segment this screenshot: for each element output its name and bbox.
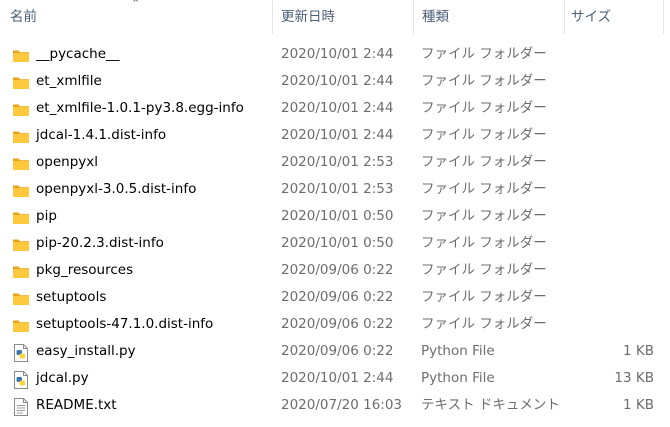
file-name[interactable]: setuptools: [36, 284, 106, 311]
file-type: ファイル フォルダー: [421, 208, 547, 224]
file-row[interactable]: pip-20.2.3.dist-info 2020/10/01 0:50 ファイル …: [0, 230, 670, 257]
text-file-icon: [12, 392, 30, 419]
file-row[interactable]: setuptools 2020/09/06 0:22 ファイル フォルダー: [0, 284, 670, 311]
folder-icon: [12, 176, 30, 203]
file-row[interactable]: et_xmlfile-1.0.1-py3.8.egg-info 2020/10/0…: [0, 95, 670, 122]
file-list: __pycache__ 2020/10/01 2:44 ファイル フォルダー et_x…: [0, 41, 670, 419]
file-type: ファイル フォルダー: [421, 100, 547, 116]
column-header-date-label: 更新日時: [281, 9, 335, 25]
file-size: [570, 68, 654, 95]
file-type: ファイル フォルダー: [421, 127, 547, 143]
column-header-size-label: サイズ: [571, 9, 612, 25]
file-size: [570, 41, 654, 68]
chevron-up-icon: ⌃: [131, 0, 141, 10]
file-size: [570, 176, 654, 203]
file-name[interactable]: easy_install.py: [36, 338, 136, 365]
file-row[interactable]: pkg_resources 2020/09/06 0:22 ファイル フォルダー: [0, 257, 670, 284]
file-type: Python File: [421, 343, 495, 359]
file-type: ファイル フォルダー: [421, 235, 547, 251]
file-type: Python File: [421, 370, 495, 386]
file-date: 2020/10/01 2:44: [281, 127, 394, 143]
column-header-bar: 名前 ⌃ 更新日時 種類 サイズ: [0, 0, 670, 34]
file-date: 2020/09/06 0:22: [281, 316, 394, 332]
file-row[interactable]: openpyxl 2020/10/01 2:53 ファイル フォルダー: [0, 149, 670, 176]
file-size: [570, 311, 654, 338]
file-date: 2020/07/20 16:03: [281, 397, 403, 413]
file-row[interactable]: jdcal-1.4.1.dist-info 2020/10/01 2:44 ファイル…: [0, 122, 670, 149]
file-type: ファイル フォルダー: [421, 181, 547, 197]
file-type: ファイル フォルダー: [421, 289, 547, 305]
file-name[interactable]: openpyxl: [36, 149, 98, 176]
folder-icon: [12, 284, 30, 311]
file-name[interactable]: pkg_resources: [36, 257, 133, 284]
folder-icon: [12, 68, 30, 95]
file-size: [570, 122, 654, 149]
file-row[interactable]: jdcal.py 2020/10/01 2:44 Python File 13 KB: [0, 365, 670, 392]
file-row[interactable]: pip 2020/10/01 0:50 ファイル フォルダー: [0, 203, 670, 230]
file-size: [570, 230, 654, 257]
file-date: 2020/10/01 2:53: [281, 154, 394, 170]
folder-icon: [12, 149, 30, 176]
file-size: 1 KB: [623, 397, 654, 413]
file-row[interactable]: __pycache__ 2020/10/01 2:44 ファイル フォルダー: [0, 41, 670, 68]
file-size: [570, 257, 654, 284]
file-type: ファイル フォルダー: [421, 73, 547, 89]
file-date: 2020/10/01 2:44: [281, 46, 394, 62]
file-name[interactable]: setuptools-47.1.0.dist-info: [36, 311, 213, 338]
file-date: 2020/10/01 2:44: [281, 73, 394, 89]
file-date: 2020/09/06 0:22: [281, 289, 394, 305]
folder-icon: [12, 41, 30, 68]
file-date: 2020/10/01 2:44: [281, 100, 394, 116]
column-header-size[interactable]: サイズ: [565, 0, 670, 34]
file-size: 13 KB: [614, 370, 654, 386]
python-file-icon: [12, 365, 30, 392]
file-size: [570, 203, 654, 230]
file-date: 2020/09/06 0:22: [281, 262, 394, 278]
file-name[interactable]: jdcal-1.4.1.dist-info: [36, 122, 166, 149]
python-file-icon: [12, 338, 30, 365]
file-row[interactable]: easy_install.py 2020/09/06 0:22 Python Fil…: [0, 338, 670, 365]
file-name[interactable]: README.txt: [36, 392, 117, 419]
file-date: 2020/10/01 0:50: [281, 235, 394, 251]
folder-icon: [12, 95, 30, 122]
file-name[interactable]: pip-20.2.3.dist-info: [36, 230, 164, 257]
file-type: ファイル フォルダー: [421, 316, 547, 332]
file-name[interactable]: openpyxl-3.0.5.dist-info: [36, 176, 196, 203]
file-name[interactable]: jdcal.py: [36, 365, 89, 392]
file-name[interactable]: et_xmlfile: [36, 68, 102, 95]
file-row[interactable]: et_xmlfile 2020/10/01 2:44 ファイル フォルダー: [0, 68, 670, 95]
file-name[interactable]: pip: [36, 203, 57, 230]
file-row[interactable]: README.txt 2020/07/20 16:03 テキスト ドキュメント 1 K…: [0, 392, 670, 419]
file-date: 2020/09/06 0:22: [281, 343, 394, 359]
file-date: 2020/10/01 2:44: [281, 370, 394, 386]
file-size: [570, 149, 654, 176]
file-date: 2020/10/01 2:53: [281, 181, 394, 197]
folder-icon: [12, 122, 30, 149]
file-row[interactable]: openpyxl-3.0.5.dist-info 2020/10/01 2:53 フ…: [0, 176, 670, 203]
folder-icon: [12, 257, 30, 284]
folder-icon: [12, 203, 30, 230]
column-divider[interactable]: [663, 0, 664, 34]
file-name[interactable]: __pycache__: [36, 41, 120, 68]
column-header-date[interactable]: 更新日時: [273, 0, 413, 34]
file-date: 2020/10/01 0:50: [281, 208, 394, 224]
file-type: ファイル フォルダー: [421, 154, 547, 170]
file-name[interactable]: et_xmlfile-1.0.1-py3.8.egg-info: [36, 95, 244, 122]
file-type: ファイル フォルダー: [421, 262, 547, 278]
folder-icon: [12, 230, 30, 257]
column-header-type-label: 種類: [422, 9, 449, 25]
folder-icon: [12, 311, 30, 338]
file-size: [570, 95, 654, 122]
file-size: 1 KB: [623, 343, 654, 359]
file-size: [570, 284, 654, 311]
file-type: テキスト ドキュメント: [421, 397, 560, 413]
column-header-type[interactable]: 種類: [414, 0, 564, 34]
file-type: ファイル フォルダー: [421, 46, 547, 62]
column-header-name-label: 名前: [10, 9, 37, 25]
file-row[interactable]: setuptools-47.1.0.dist-info 2020/09/06 0:…: [0, 311, 670, 338]
